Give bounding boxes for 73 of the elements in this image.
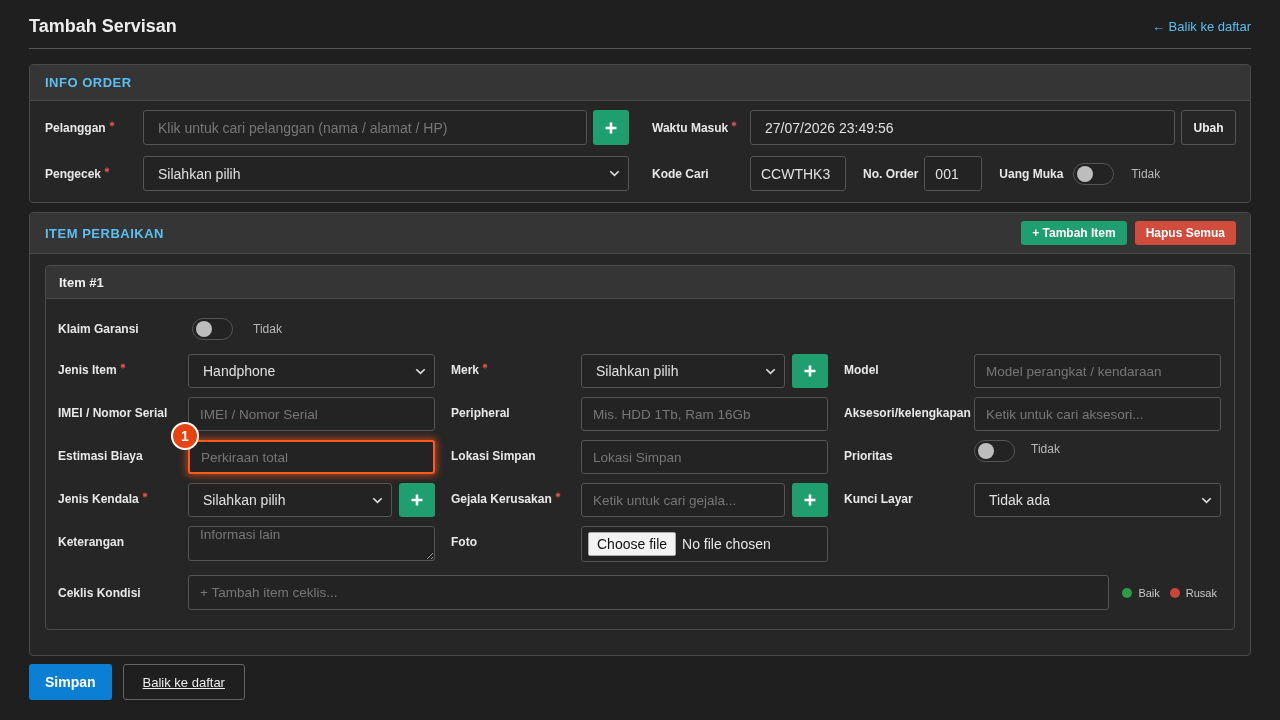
field-label: Ceklis Kondisi xyxy=(58,584,141,601)
field-label: Pengecek xyxy=(45,165,102,182)
delete-all-button[interactable]: Hapus Semua xyxy=(1134,221,1236,245)
chevron-down-icon xyxy=(765,367,776,375)
field-label: Aksesori/kelengkapan xyxy=(844,405,971,421)
toggle-state-text: Tidak xyxy=(1031,442,1060,456)
file-status-text: No file chosen xyxy=(682,536,771,552)
field-label: Prioritas xyxy=(844,448,893,464)
section-title: INFO ORDER xyxy=(45,75,132,90)
back-button[interactable]: Balik ke daftar xyxy=(122,664,245,700)
legend-label: Rusak xyxy=(1185,586,1217,599)
field-label: Gejala Kerusakan xyxy=(451,491,552,507)
text-field[interactable]: Mis. HDD 1Tb, Ram 16Gb xyxy=(581,397,828,431)
dropdown[interactable]: Handphone xyxy=(188,354,435,388)
field-label: Uang Muka xyxy=(999,165,1064,182)
chevron-down-icon xyxy=(1201,496,1212,504)
field-label: Lokasi Simpan xyxy=(451,448,536,464)
dropdown[interactable]: Silahkan pilih xyxy=(581,354,785,388)
file-field[interactable]: Choose file No file chosen xyxy=(581,526,828,562)
chevron-down-icon xyxy=(372,496,383,504)
dropdown[interactable]: Silahkan pilih xyxy=(143,156,629,191)
add-button[interactable] xyxy=(593,110,629,145)
toggle-state-text: Tidak xyxy=(253,322,282,336)
text-field[interactable]: + Tambah item ceklis... xyxy=(188,575,1110,610)
field-label: Jenis Item xyxy=(58,362,117,378)
toggle-switch[interactable] xyxy=(974,440,1015,462)
field-label: Jenis Kendala xyxy=(58,491,139,507)
field-label: Kunci Layar xyxy=(844,491,913,507)
add-button[interactable] xyxy=(399,483,435,517)
dropdown[interactable]: Tidak ada xyxy=(974,483,1221,517)
field-label: Foto xyxy=(451,534,477,550)
text-field[interactable]: 27/07/2026 23:49:56 xyxy=(750,110,1175,145)
add-button[interactable] xyxy=(792,483,828,517)
dropdown[interactable]: Silahkan pilih xyxy=(188,483,392,517)
field-label: IMEI / Nomor Serial xyxy=(58,405,168,421)
field-label: Estimasi Biaya xyxy=(58,448,143,464)
text-field[interactable]: Klik untuk cari pelanggan (nama / alamat / HP) xyxy=(143,110,587,145)
change-button[interactable]: Ubah xyxy=(1181,110,1236,145)
field-label: Klaim Garansi xyxy=(58,321,139,337)
text-field[interactable]: 001 xyxy=(924,156,983,191)
plus-icon xyxy=(804,365,816,377)
chevron-down-icon xyxy=(609,170,620,177)
field-label: No. Order xyxy=(863,165,919,182)
text-field[interactable]: Perkiraan total xyxy=(188,440,435,474)
text-field[interactable]: Lokasi Simpan xyxy=(581,440,828,474)
text-area[interactable]: Informasi lain xyxy=(188,526,435,561)
back-link[interactable]: ← Balik ke daftar xyxy=(1152,18,1251,34)
field-label: Peripheral xyxy=(451,405,510,421)
text-field[interactable]: CCWTHK3 xyxy=(750,156,846,191)
toggle-switch[interactable] xyxy=(192,318,233,340)
choose-file-button[interactable]: Choose file xyxy=(588,532,677,556)
field-label: Kode Cari xyxy=(652,165,709,182)
field-label: Model xyxy=(844,362,879,378)
plus-icon xyxy=(804,494,816,506)
text-field[interactable]: IMEI / Nomor Serial xyxy=(188,397,435,431)
text-field[interactable]: Ketik untuk cari aksesori... xyxy=(974,397,1221,431)
save-button[interactable]: Simpan xyxy=(29,664,112,700)
field-label: Waktu Masuk xyxy=(652,119,729,136)
section-title: ITEM PERBAIKAN xyxy=(45,225,164,241)
field-label: Keterangan xyxy=(58,534,125,550)
plus-icon xyxy=(605,121,617,134)
toggle-state-text: Tidak xyxy=(1131,166,1161,181)
legend-label: Baik xyxy=(1138,586,1160,599)
toggle-switch[interactable] xyxy=(1073,162,1115,185)
text-field[interactable]: Model perangkat / kendaraan xyxy=(974,354,1221,388)
add-button[interactable] xyxy=(792,354,828,388)
chevron-down-icon xyxy=(415,367,426,375)
page-title: Tambah Servisan xyxy=(29,15,177,37)
text-field[interactable]: Ketik untuk cari gejala... xyxy=(581,483,785,517)
field-label: Pelanggan xyxy=(45,119,106,136)
plus-icon xyxy=(411,494,423,506)
field-label: Merk xyxy=(451,362,479,378)
item-title: Item #1 xyxy=(59,274,104,290)
